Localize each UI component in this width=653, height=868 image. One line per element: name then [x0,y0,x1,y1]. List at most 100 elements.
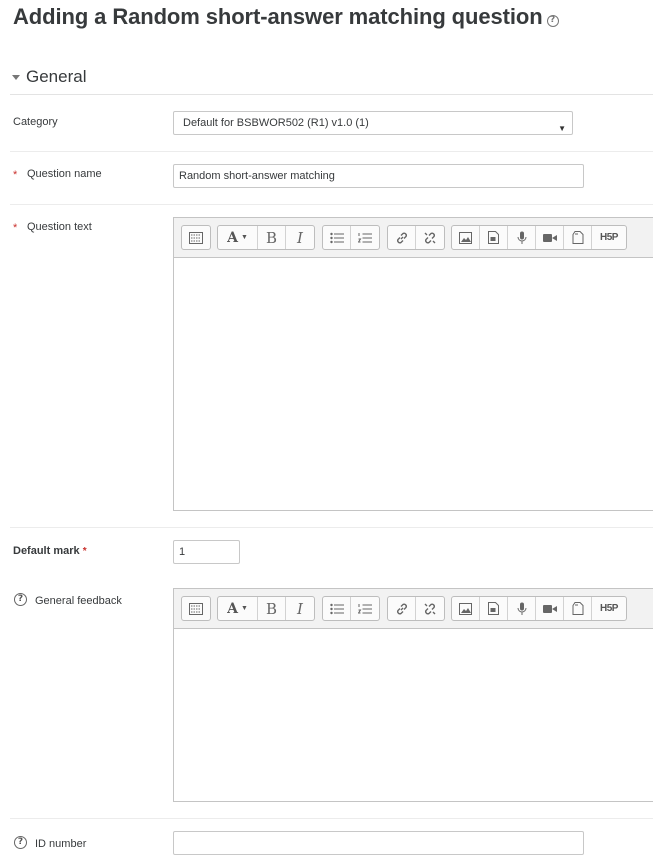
toolbar-group: H5P [451,225,627,250]
question-text-content[interactable] [174,258,653,508]
numbered-list-icon [358,603,372,613]
chevron-down-icon: ▼ [558,124,566,133]
italic-label: I [297,599,303,618]
question-text-label: Question text [27,221,92,233]
toolbar-group [181,596,211,621]
help-icon[interactable]: ? [546,15,559,27]
keyboard-icon [189,602,203,615]
h5p-button[interactable]: H5P [592,226,626,249]
microphone-icon [517,602,526,615]
general-section-header[interactable]: General [10,67,653,95]
files-icon [572,602,583,615]
required-icon: * [13,222,18,234]
document-icon [488,602,499,615]
general-feedback-editor[interactable]: A ▼ B I H5P [173,588,653,802]
divider [10,204,653,205]
required-icon: * [82,546,87,557]
toolbar-group: A ▼ B I [217,225,315,250]
id-number-label: ID number [35,838,87,850]
files-icon [572,231,583,244]
unlink-icon [424,603,436,614]
category-select-value: Default for BSBWOR502 (R1) v1.0 (1) [183,117,369,129]
category-label: Category [13,116,58,128]
question-name-label: Question name [27,168,102,180]
toolbar-group [387,596,445,621]
general-feedback-content[interactable] [174,629,653,799]
h5p-button[interactable]: H5P [592,597,626,620]
chevron-down-icon: ▼ [240,605,248,612]
unordered-list-button[interactable] [323,597,351,620]
page-title: Adding a Random short-answer matching qu… [13,4,559,30]
link-button[interactable] [388,226,416,249]
default-mark-text: Default mark [13,545,80,557]
toolbar-group: A ▼ B I [217,596,315,621]
italic-label: I [297,228,303,247]
help-icon[interactable]: ? [14,593,27,606]
record-audio-button[interactable] [508,226,536,249]
unordered-list-button[interactable] [323,226,351,249]
bold-label: B [265,228,278,247]
font-style-button[interactable]: A ▼ [218,226,258,249]
toolbar-group: H5P [451,596,627,621]
help-icon[interactable]: ? [14,836,27,849]
microphone-icon [517,231,526,244]
required-icon: * [13,169,18,181]
toolbar-group [322,225,380,250]
chevron-down-icon: ▼ [240,234,248,241]
media-button[interactable] [480,226,508,249]
font-style-button[interactable]: A ▼ [218,597,258,620]
toolbar-group [181,225,211,250]
question-name-input[interactable]: Random short-answer matching [173,164,584,188]
divider [10,151,653,152]
default-mark-input[interactable]: 1 [173,540,240,564]
ordered-list-button[interactable] [351,226,379,249]
manage-files-button[interactable] [564,226,592,249]
editor-toolbar: A ▼ B I H5P [174,218,653,258]
bullet-list-icon [329,232,344,243]
link-icon [396,603,407,614]
bold-label: B [265,599,278,618]
italic-button[interactable]: I [286,597,314,620]
media-button[interactable] [480,597,508,620]
manage-files-button[interactable] [564,597,592,620]
bullet-list-icon [329,603,344,614]
video-camera-icon [542,233,557,242]
record-video-button[interactable] [536,597,564,620]
record-audio-button[interactable] [508,597,536,620]
numbered-list-icon [358,232,372,242]
unlink-icon [424,232,436,243]
link-button[interactable] [388,597,416,620]
divider [10,527,653,528]
toolbar-toggle-button[interactable] [182,597,210,620]
bold-button[interactable]: B [258,226,286,249]
page-title-text: Adding a Random short-answer matching qu… [13,4,543,29]
toolbar-toggle-button[interactable] [182,226,210,249]
ordered-list-button[interactable] [351,597,379,620]
divider [10,818,653,819]
id-number-input[interactable] [173,831,584,855]
image-icon [459,602,472,615]
unlink-button[interactable] [416,597,444,620]
document-icon [488,231,499,244]
italic-button[interactable]: I [286,226,314,249]
default-mark-value: 1 [179,546,186,558]
default-mark-label: Default mark * [13,545,87,557]
record-video-button[interactable] [536,226,564,249]
image-icon [459,231,472,244]
question-name-value: Random short-answer matching [179,170,335,182]
category-select[interactable]: Default for BSBWOR502 (R1) v1.0 (1) ▼ [173,111,573,135]
keyboard-icon [189,231,203,244]
image-button[interactable] [452,226,480,249]
h5p-label: H5P [600,232,618,243]
video-camera-icon [542,604,557,613]
general-feedback-label: General feedback [35,595,122,607]
unlink-button[interactable] [416,226,444,249]
image-button[interactable] [452,597,480,620]
link-icon [396,232,407,243]
editor-toolbar: A ▼ B I H5P [174,589,653,629]
font-style-label: A [227,600,238,617]
collapse-caret-icon[interactable] [12,75,20,80]
question-text-editor[interactable]: A ▼ B I H5P [173,217,653,511]
bold-button[interactable]: B [258,597,286,620]
section-title: General [26,67,87,86]
